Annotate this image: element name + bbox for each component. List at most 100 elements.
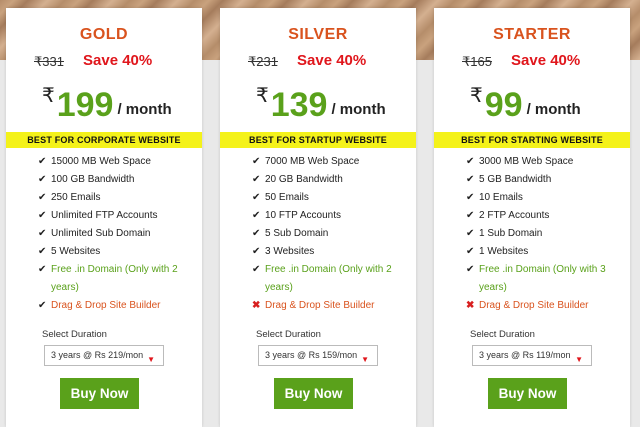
feature-text: 50 Emails — [265, 192, 309, 203]
plan-name: SILVER — [288, 26, 348, 43]
feature-item: ✔ Drag & Drop Site Builder — [38, 297, 198, 315]
feature-item: ✔ 1 Websites — [466, 243, 626, 261]
chevron-down-icon: ▼ — [575, 355, 583, 364]
feature-text: 10 FTP Accounts — [265, 210, 341, 221]
plan-banner: BEST FOR STARTUP WEBSITE — [220, 132, 416, 148]
duration-value: 3 years @ Rs 159/mon — [265, 350, 358, 360]
feature-item: ✔ 10 FTP Accounts — [252, 207, 412, 225]
feature-item: ✔ 10 Emails — [466, 189, 626, 207]
price: ₹ 99 / month — [470, 82, 581, 122]
feature-item: ✔ 5 Sub Domain — [252, 225, 412, 243]
check-icon: ✔ — [38, 264, 47, 275]
pricing-card-starter: STARTER ₹165 Save 40% ₹ 99 / month BEST … — [434, 8, 630, 427]
check-icon: ✔ — [466, 156, 475, 167]
plan-banner: BEST FOR STARTING WEBSITE — [434, 132, 630, 148]
feature-item: ✔ 50 Emails — [252, 189, 412, 207]
check-icon: ✔ — [38, 246, 47, 257]
old-price: ₹231 — [248, 54, 278, 69]
feature-item: ✔ 3 Websites — [252, 243, 412, 261]
feature-text: Unlimited FTP Accounts — [51, 210, 158, 221]
duration-label: Select Duration — [256, 329, 321, 340]
feature-item: ✔ 15000 MB Web Space — [38, 153, 198, 171]
check-icon: ✔ — [466, 192, 475, 203]
feature-text: Drag & Drop Site Builder — [51, 300, 161, 311]
feature-item: ✔ Free .in Domain (Only with 2 years) — [38, 261, 198, 297]
feature-text: 5 Sub Domain — [265, 228, 329, 239]
feature-text: 15000 MB Web Space — [51, 156, 151, 167]
check-icon: ✔ — [466, 210, 475, 221]
feature-text: 20 GB Bandwidth — [265, 174, 343, 185]
rupee-icon: ₹ — [256, 85, 269, 107]
pricing-card-silver: SILVER ₹231 Save 40% ₹ 139 / month BEST … — [220, 8, 416, 427]
feature-item: ✔ 5 GB Bandwidth — [466, 171, 626, 189]
feature-item: ✔ Unlimited Sub Domain — [38, 225, 198, 243]
duration-value: 3 years @ Rs 219/mon — [51, 350, 144, 360]
plan-name: STARTER — [493, 26, 571, 43]
rupee-icon: ₹ — [42, 85, 55, 107]
feature-item: ✔ Free .in Domain (Only with 3 years) — [466, 261, 626, 297]
feature-item: ✔ Free .in Domain (Only with 2 years) — [252, 261, 412, 297]
check-icon: ✔ — [252, 228, 261, 239]
check-icon: ✔ — [38, 174, 47, 185]
feature-item: ✔ 3000 MB Web Space — [466, 153, 626, 171]
feature-item: ✔ 250 Emails — [38, 189, 198, 207]
feature-item: ✔ 20 GB Bandwidth — [252, 171, 412, 189]
buy-now-button[interactable]: Buy Now — [274, 378, 353, 409]
feature-text: Drag & Drop Site Builder — [479, 300, 589, 311]
feature-item: ✔ Unlimited FTP Accounts — [38, 207, 198, 225]
feature-text: 1 Sub Domain — [479, 228, 543, 239]
duration-label: Select Duration — [42, 329, 107, 340]
check-icon: ✔ — [252, 156, 261, 167]
feature-item: ✔ 2 FTP Accounts — [466, 207, 626, 225]
feature-text: 3 Websites — [265, 246, 315, 257]
cross-icon: ✖ — [252, 300, 261, 311]
chevron-down-icon: ▼ — [147, 355, 155, 364]
feature-text: 100 GB Bandwidth — [51, 174, 135, 185]
check-icon: ✔ — [252, 192, 261, 203]
feature-item: ✖ Drag & Drop Site Builder — [252, 297, 412, 315]
duration-select[interactable]: 3 years @ Rs 119/mon ▼ — [472, 345, 592, 366]
price-amount: 99 — [484, 86, 523, 124]
check-icon: ✔ — [466, 174, 475, 185]
feature-item: ✔ 100 GB Bandwidth — [38, 171, 198, 189]
feature-text: Free .in Domain (Only with 2 years) — [51, 264, 178, 293]
feature-list: ✔ 15000 MB Web Space ✔ 100 GB Bandwidth ✔ 250… — [38, 153, 198, 315]
feature-item: ✔ 7000 MB Web Space — [252, 153, 412, 171]
price: ₹ 199 / month — [42, 82, 172, 122]
check-icon: ✔ — [38, 228, 47, 239]
feature-item: ✖ Drag & Drop Site Builder — [466, 297, 626, 315]
duration-label: Select Duration — [470, 329, 535, 340]
check-icon: ✔ — [466, 228, 475, 239]
price-period: / month — [526, 101, 581, 118]
old-price: ₹331 — [34, 54, 64, 69]
discount-label: Save 40% — [511, 52, 581, 69]
price-amount: 139 — [270, 86, 328, 124]
check-icon: ✔ — [38, 192, 47, 203]
duration-select[interactable]: 3 years @ Rs 159/mon ▼ — [258, 345, 378, 366]
feature-text: 7000 MB Web Space — [265, 156, 360, 167]
buy-now-button[interactable]: Buy Now — [488, 378, 567, 409]
discount-label: Save 40% — [83, 52, 153, 69]
duration-select[interactable]: 3 years @ Rs 219/mon ▼ — [44, 345, 164, 366]
check-icon: ✔ — [252, 174, 261, 185]
check-icon: ✔ — [38, 210, 47, 221]
plan-banner: BEST FOR CORPORATE WEBSITE — [6, 132, 202, 148]
feature-text: 10 Emails — [479, 192, 523, 203]
buy-now-button[interactable]: Buy Now — [60, 378, 139, 409]
cross-icon: ✖ — [466, 300, 475, 311]
feature-list: ✔ 3000 MB Web Space ✔ 5 GB Bandwidth ✔ 10 Ema… — [466, 153, 626, 315]
feature-item: ✔ 1 Sub Domain — [466, 225, 626, 243]
price: ₹ 139 / month — [256, 82, 386, 122]
feature-text: Unlimited Sub Domain — [51, 228, 151, 239]
price-period: / month — [117, 101, 172, 118]
chevron-down-icon: ▼ — [361, 355, 369, 364]
feature-text: 3000 MB Web Space — [479, 156, 574, 167]
feature-text: Free .in Domain (Only with 2 years) — [265, 264, 392, 293]
check-icon: ✔ — [466, 264, 475, 275]
check-icon: ✔ — [38, 156, 47, 167]
feature-text: Free .in Domain (Only with 3 years) — [479, 264, 606, 293]
feature-text: 1 Websites — [479, 246, 529, 257]
pricing-card-gold: GOLD ₹331 Save 40% ₹ 199 / month BEST FO… — [6, 8, 202, 427]
old-price: ₹165 — [462, 54, 492, 69]
plan-name: GOLD — [79, 26, 129, 43]
